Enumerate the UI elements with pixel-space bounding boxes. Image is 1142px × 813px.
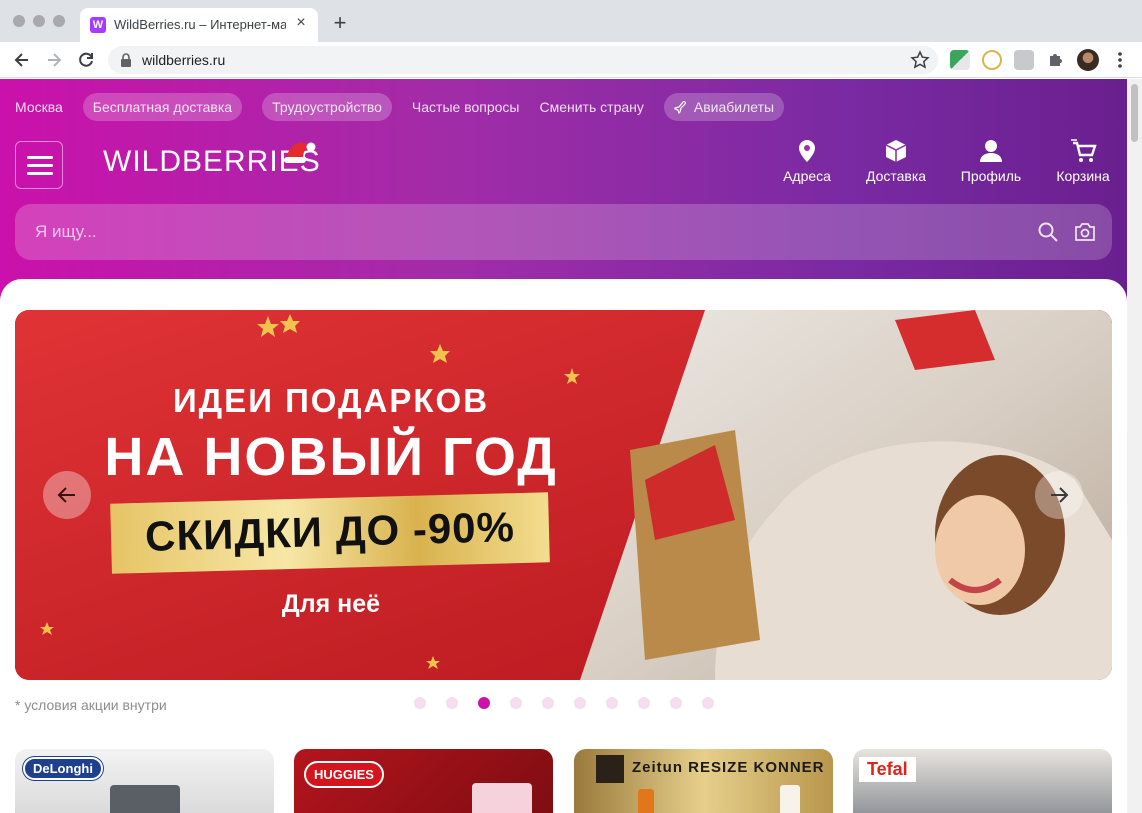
flights-label: Авиабилеты — [693, 99, 775, 115]
tab-title: WildBerries.ru – Интернет-магазин — [114, 17, 286, 32]
santa-hat-icon — [284, 142, 316, 163]
brands-logo-text: Zeitun RESIZE KONNER — [632, 759, 825, 776]
carousel-dot[interactable] — [478, 697, 490, 709]
new-tab-button[interactable]: + — [330, 12, 350, 34]
carousel-dot[interactable] — [574, 697, 586, 709]
brand-tile-huggies[interactable]: HUGGIES — [294, 749, 553, 813]
wildberries-page: Москва Бесплатная доставка Трудоустройст… — [0, 79, 1127, 813]
coffee-machine-image — [110, 785, 180, 813]
diapers-pack-image — [472, 783, 532, 813]
browser-toolbar: wildberries.ru — [0, 42, 1142, 78]
main-content: ИДЕИ ПОДАРКОВ НА НОВЫЙ ГОД СКИДКИ ДО -90… — [0, 279, 1127, 813]
flights-link[interactable]: Авиабилеты — [663, 93, 785, 121]
brand-tile-delonghi[interactable]: DeLonghi — [15, 749, 274, 813]
search-bar — [15, 204, 1112, 260]
top-nav: Москва Бесплатная доставка Трудоустройст… — [15, 93, 804, 121]
addresses-label: Адреса — [783, 168, 831, 184]
city-link[interactable]: Москва — [15, 93, 63, 121]
delivery-label: Доставка — [865, 168, 927, 184]
tab-close-icon[interactable]: × — [292, 14, 310, 32]
profile-avatar[interactable] — [1077, 49, 1099, 71]
zeitun-mark-icon — [596, 755, 624, 783]
lock-icon — [121, 53, 131, 67]
profile-label: Профиль — [960, 168, 1022, 184]
url-text: wildberries.ru — [142, 52, 226, 68]
banner-prev-button[interactable] — [43, 471, 91, 519]
addresses-button[interactable]: Адреса — [781, 139, 833, 189]
cart-icon — [1071, 139, 1097, 162]
faq-link[interactable]: Частые вопросы — [412, 93, 520, 121]
page-scrollbar[interactable] — [1127, 79, 1142, 813]
promo-terms-note: * условия акции внутри — [15, 697, 167, 713]
banner-photo-image — [15, 310, 1112, 680]
address-bar[interactable]: wildberries.ru — [108, 46, 938, 74]
search-input[interactable] — [35, 222, 935, 242]
menu-kebab-icon[interactable] — [1113, 50, 1127, 70]
bottle-image — [638, 789, 654, 813]
carousel-dot[interactable] — [606, 697, 618, 709]
carousel-dot[interactable] — [446, 697, 458, 709]
brand-tile-tefal[interactable]: Tefal — [853, 749, 1112, 813]
back-arrow-icon[interactable] — [12, 50, 32, 70]
brand-tile-zeitun-resize-konner[interactable]: Zeitun RESIZE KONNER — [574, 749, 833, 813]
bottle-image — [780, 785, 800, 813]
js-extension-icon[interactable] — [950, 50, 970, 70]
carousel-dot[interactable] — [414, 697, 426, 709]
user-icon — [980, 140, 1002, 162]
delivery-button[interactable]: Доставка — [864, 139, 928, 189]
arrow-left-icon — [57, 487, 75, 503]
free-delivery-link[interactable]: Бесплатная доставка — [82, 93, 243, 121]
box-icon — [885, 140, 907, 162]
carousel-dot[interactable] — [542, 697, 554, 709]
reload-icon[interactable] — [76, 50, 96, 70]
profile-button[interactable]: Профиль — [960, 139, 1022, 189]
carousel-dot[interactable] — [510, 697, 522, 709]
jobs-link[interactable]: Трудоустройство — [262, 93, 392, 121]
wildberries-favicon-icon: W — [90, 17, 106, 33]
browser-tab-bar: W WildBerries.ru – Интернет-магазин × + — [0, 0, 1142, 42]
tefal-logo: Tefal — [859, 757, 916, 782]
carousel-dot[interactable] — [638, 697, 650, 709]
puzzle-extensions-icon[interactable] — [1046, 50, 1066, 70]
banner-subtitle: Для неё — [281, 590, 381, 618]
quote-extension-icon[interactable] — [1014, 50, 1034, 70]
huggies-logo: HUGGIES — [304, 761, 384, 788]
window-minimize-button[interactable] — [33, 15, 45, 27]
window-close-button[interactable] — [13, 15, 25, 27]
forward-arrow-icon[interactable] — [44, 50, 64, 70]
carousel-dot[interactable] — [702, 697, 714, 709]
camera-search-icon[interactable] — [1074, 222, 1096, 242]
location-pin-icon — [799, 140, 815, 162]
search-icon[interactable] — [1038, 222, 1058, 242]
cart-button[interactable]: Корзина — [1054, 139, 1112, 189]
r-extension-icon[interactable] — [982, 50, 1002, 70]
promo-banner[interactable]: ИДЕИ ПОДАРКОВ НА НОВЫЙ ГОД СКИДКИ ДО -90… — [15, 310, 1112, 680]
catalog-menu-button[interactable] — [15, 141, 63, 189]
carousel-dot[interactable] — [670, 697, 682, 709]
banner-headline-1: ИДЕИ ПОДАРКОВ — [172, 382, 490, 419]
change-country-link[interactable]: Сменить страну — [539, 93, 643, 121]
banner-headline-2: НА НОВЫЙ ГОД — [104, 427, 558, 487]
delonghi-logo: DeLonghi — [23, 757, 103, 780]
airplane-icon — [674, 101, 686, 114]
window-zoom-button[interactable] — [53, 15, 65, 27]
scrollbar-thumb[interactable] — [1131, 84, 1138, 142]
bookmark-star-icon[interactable] — [910, 50, 930, 70]
browser-tab[interactable]: W WildBerries.ru – Интернет-магазин × — [80, 8, 318, 42]
arrow-right-icon — [1051, 487, 1069, 503]
cart-label: Корзина — [1056, 168, 1110, 184]
banner-next-button[interactable] — [1035, 471, 1083, 519]
